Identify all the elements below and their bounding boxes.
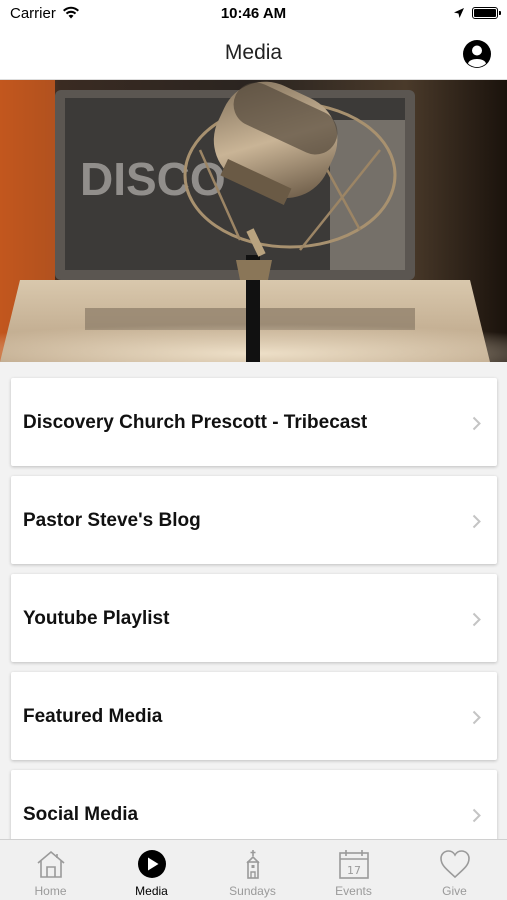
location-arrow-icon xyxy=(454,8,464,18)
home-icon xyxy=(37,850,65,878)
list-item[interactable]: Featured Media xyxy=(11,672,497,760)
chevron-right-icon xyxy=(472,514,481,529)
list-item[interactable]: Pastor Steve's Blog xyxy=(11,476,497,564)
tab-home[interactable]: Home xyxy=(0,840,101,900)
tab-bar: Home Media Sundays 17 Events Give xyxy=(0,839,507,900)
tab-give-label: Give xyxy=(442,884,467,898)
list-item-label: Social Media xyxy=(23,804,139,825)
list-item[interactable]: Discovery Church Prescott - Tribecast xyxy=(11,378,497,466)
tab-events-label: Events xyxy=(335,884,372,898)
calendar-icon: 17 xyxy=(339,850,369,879)
tab-sundays-label: Sundays xyxy=(229,884,276,898)
page-title: Media xyxy=(224,41,283,64)
heart-icon xyxy=(440,850,470,879)
list-item-label: Featured Media xyxy=(23,706,163,727)
chevron-right-icon xyxy=(472,808,481,823)
profile-icon[interactable] xyxy=(462,39,492,69)
list-item[interactable]: Youtube Playlist xyxy=(11,574,497,662)
list-item-label: Discovery Church Prescott - Tribecast xyxy=(23,412,368,433)
status-time: 10:46 AM xyxy=(220,5,287,22)
church-icon xyxy=(246,850,260,879)
tab-media[interactable]: Media xyxy=(101,840,202,900)
chevron-right-icon xyxy=(472,710,481,725)
microphone-laptop-photo: DISCO xyxy=(0,80,507,362)
list-item-label: Pastor Steve's Blog xyxy=(23,510,201,531)
navigation-bar: Media xyxy=(0,28,507,80)
tab-sundays[interactable]: Sundays xyxy=(202,840,303,900)
tab-give[interactable]: Give xyxy=(404,840,505,900)
battery-icon xyxy=(472,7,501,19)
hero-image: DISCO xyxy=(0,80,507,362)
tab-media-label: Media xyxy=(135,884,168,898)
list-item-label: Youtube Playlist xyxy=(23,608,170,629)
tab-home-label: Home xyxy=(34,884,67,898)
tab-events[interactable]: 17 Events xyxy=(303,840,404,900)
chevron-right-icon xyxy=(472,612,481,627)
chevron-right-icon xyxy=(472,416,481,431)
calendar-day: 17 xyxy=(347,864,361,877)
status-bar: Carrier 10:46 AM xyxy=(0,0,507,28)
play-icon xyxy=(138,850,166,878)
